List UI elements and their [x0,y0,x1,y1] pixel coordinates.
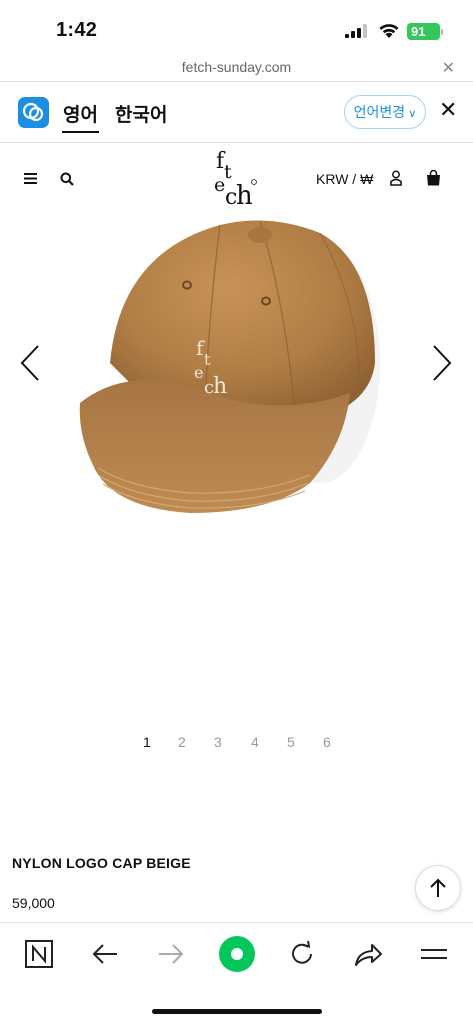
product-image-carousel[interactable]: f t e c h [0,213,473,703]
svg-text:h: h [213,374,227,399]
active-tab-underline [62,131,99,133]
forward-icon[interactable] [153,939,189,969]
page-1[interactable]: 1 [143,734,151,750]
scroll-to-top-button[interactable] [415,865,461,911]
user-icon[interactable] [390,170,402,186]
battery-level: 91 [411,24,426,39]
back-icon[interactable] [87,939,123,969]
translate-bar: 영어 한국어 언어변경 ∨ ✕ [0,82,473,142]
green-dot-icon[interactable] [218,935,256,973]
source-language-tab[interactable]: 영어 [63,100,98,127]
status-bar: 1:42 91 [0,0,473,56]
battery-icon: 91 [407,23,440,40]
url-bar[interactable]: fetch-sunday.com ✕ [0,56,473,80]
svg-text:e: e [214,174,225,196]
page-5[interactable]: 5 [287,734,295,750]
next-image-arrow-icon[interactable] [430,343,454,383]
arrow-up-icon [430,878,446,897]
change-language-button[interactable]: 언어변경 ∨ [344,95,426,129]
product-price: 59,000 [12,895,55,911]
product-cap-image: f t e c h [79,220,380,513]
svg-text:h: h [236,181,253,208]
svg-text:e: e [194,363,203,382]
naver-home-icon[interactable] [21,939,57,969]
wifi-icon [379,24,399,38]
svg-text:t: t [204,350,211,369]
browser-toolbar [0,922,473,1024]
page-2[interactable]: 2 [178,734,186,750]
battery-tip [441,29,443,35]
product-name: NYLON LOGO CAP BEIGE [12,855,191,871]
menu-icon[interactable] [416,939,452,969]
reload-icon[interactable] [284,939,320,969]
target-language-tab[interactable]: 한국어 [115,100,167,127]
cellular-signal-icon [345,24,367,38]
home-indicator [152,1009,322,1014]
image-pagination: 1 2 3 4 5 6 [140,734,340,754]
chevron-down-icon: ∨ [405,108,417,120]
shopping-bag-icon[interactable] [426,170,441,186]
status-time: 1:42 [56,19,98,41]
change-language-label: 언어변경 [353,104,406,120]
currency-selector[interactable]: KRW / ₩ [316,171,373,187]
previous-image-arrow-icon[interactable] [18,343,42,383]
page-3[interactable]: 3 [214,734,222,750]
share-icon[interactable] [350,939,386,969]
hamburger-menu-icon[interactable] [24,173,37,184]
search-icon[interactable] [60,172,74,186]
url-text[interactable]: fetch-sunday.com [0,59,473,75]
site-header: f t e c h KRW / ₩ [0,143,473,213]
page-4[interactable]: 4 [251,734,259,750]
fetch-logo[interactable]: f t e c h [210,146,266,208]
papago-logo-icon [18,97,49,128]
close-translate-icon[interactable]: ✕ [439,97,457,123]
close-icon[interactable]: ✕ [442,58,455,78]
page-6[interactable]: 6 [323,734,331,750]
